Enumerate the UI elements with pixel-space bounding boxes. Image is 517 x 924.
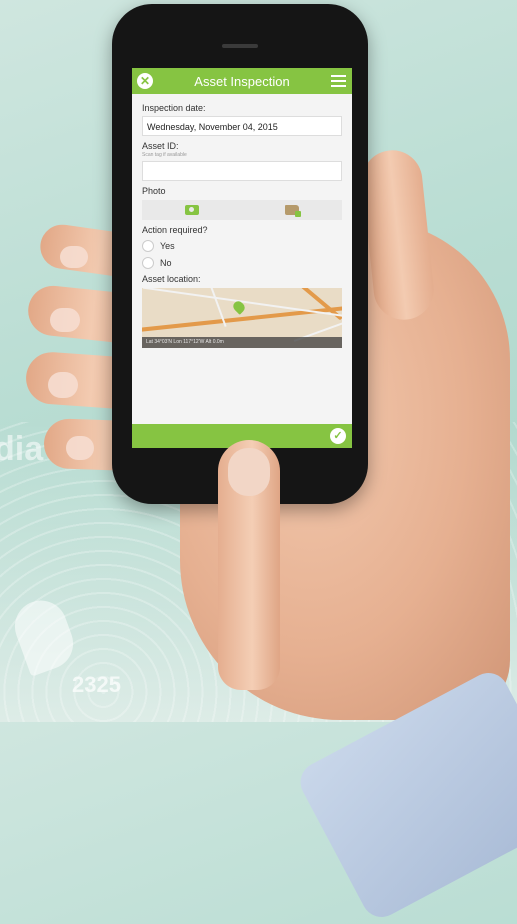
- radio-button-no[interactable]: [142, 257, 154, 269]
- radio-option-no[interactable]: No: [142, 257, 342, 269]
- inspection-date-label: Inspection date:: [142, 103, 206, 113]
- fingernail: [48, 372, 78, 398]
- app-screen: ✕ Asset Inspection Inspection date: Wedn…: [132, 68, 352, 448]
- action-required-label: Action required?: [142, 225, 208, 235]
- app-title: Asset Inspection: [194, 73, 290, 89]
- checkmark-icon[interactable]: ✓: [330, 428, 346, 444]
- fingernail: [60, 246, 88, 268]
- asset-id-hint: Scan tag if available: [142, 152, 187, 158]
- inspection-form: Inspection date: Wednesday, November 04,…: [132, 94, 352, 348]
- photo-actions: [142, 200, 342, 220]
- radio-label-no: No: [160, 258, 172, 268]
- asset-id-label: Asset ID:: [142, 141, 179, 151]
- thumbnail-nail: [228, 448, 270, 496]
- folder-image-icon[interactable]: [285, 205, 301, 217]
- hamburger-menu-icon[interactable]: [331, 75, 346, 87]
- asset-id-input[interactable]: [142, 161, 342, 181]
- close-icon[interactable]: ✕: [137, 73, 153, 89]
- location-status: Lat 34°03'N Lon 117°12'W Alt 0.0m: [142, 337, 342, 348]
- radio-label-yes: Yes: [160, 241, 175, 251]
- title-bar: ✕ Asset Inspection: [132, 68, 352, 94]
- radio-button-yes[interactable]: [142, 240, 154, 252]
- photo-label: Photo: [142, 186, 166, 196]
- camera-icon[interactable]: [185, 205, 199, 215]
- radio-option-yes[interactable]: Yes: [142, 240, 342, 252]
- fingernail: [50, 308, 80, 332]
- inspection-date-field[interactable]: Wednesday, November 04, 2015: [142, 116, 342, 136]
- phone-speaker: [222, 44, 258, 48]
- smartphone: ✕ Asset Inspection Inspection date: Wedn…: [112, 4, 368, 504]
- location-map[interactable]: Lat 34°03'N Lon 117°12'W Alt 0.0m: [142, 288, 342, 348]
- asset-location-label: Asset location:: [142, 274, 201, 284]
- fingernail: [66, 436, 94, 460]
